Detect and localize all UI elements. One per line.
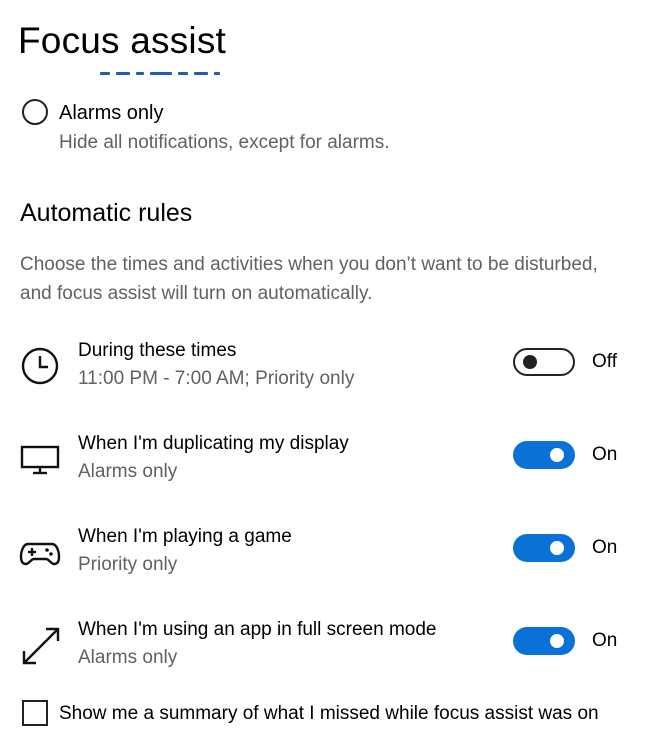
gamepad-icon [18,530,62,574]
automatic-rules-description: Choose the times and activities when you… [20,254,598,304]
toggle-knob [523,355,537,369]
rule-full-screen-app[interactable]: When I'm using an app in full screen mod… [0,617,655,687]
duplicating-display-toggle[interactable] [513,441,575,469]
toggle-state-label: On [592,630,618,651]
rule-during-these-times[interactable]: During these times 11:00 PM - 7:00 AM; P… [0,338,655,408]
during-these-times-toggle[interactable] [513,348,575,376]
monitor-icon [18,437,62,481]
rule-title: When I'm duplicating my display [78,433,349,454]
cut-off-link [100,66,280,76]
rule-subtitle: 11:00 PM - 7:00 AM; Priority only [78,368,355,389]
toggle-knob [550,634,564,648]
summary-checkbox-label[interactable]: Show me a summary of what I missed while… [59,700,599,728]
page-title: Focus assist [18,20,227,61]
toggle-state-label: On [592,444,618,465]
rule-subtitle: Alarms only [78,647,178,668]
rule-playing-game[interactable]: When I'm playing a game Priority only On [0,524,655,594]
fullscreen-arrow-icon [18,623,62,667]
playing-game-toggle[interactable] [513,534,575,562]
alarms-only-description: Hide all notifications, except for alarm… [59,132,390,153]
full-screen-toggle[interactable] [513,627,575,655]
summary-checkbox[interactable] [22,700,48,726]
alarms-only-label[interactable]: Alarms only [59,100,163,126]
clock-icon [18,344,62,388]
rule-subtitle: Alarms only [78,461,178,482]
toggle-knob [550,448,564,462]
rule-title: When I'm using an app in full screen mod… [78,619,437,640]
rule-duplicating-display[interactable]: When I'm duplicating my display Alarms o… [0,431,655,501]
toggle-knob [550,541,564,555]
rule-title: During these times [78,340,237,361]
toggle-state-label: On [592,537,618,558]
toggle-state-label: Off [592,351,617,372]
rule-title: When I'm playing a game [78,526,292,547]
automatic-rules-heading: Automatic rules [20,199,193,227]
alarms-only-radio[interactable] [22,99,48,125]
rule-subtitle: Priority only [78,554,178,575]
